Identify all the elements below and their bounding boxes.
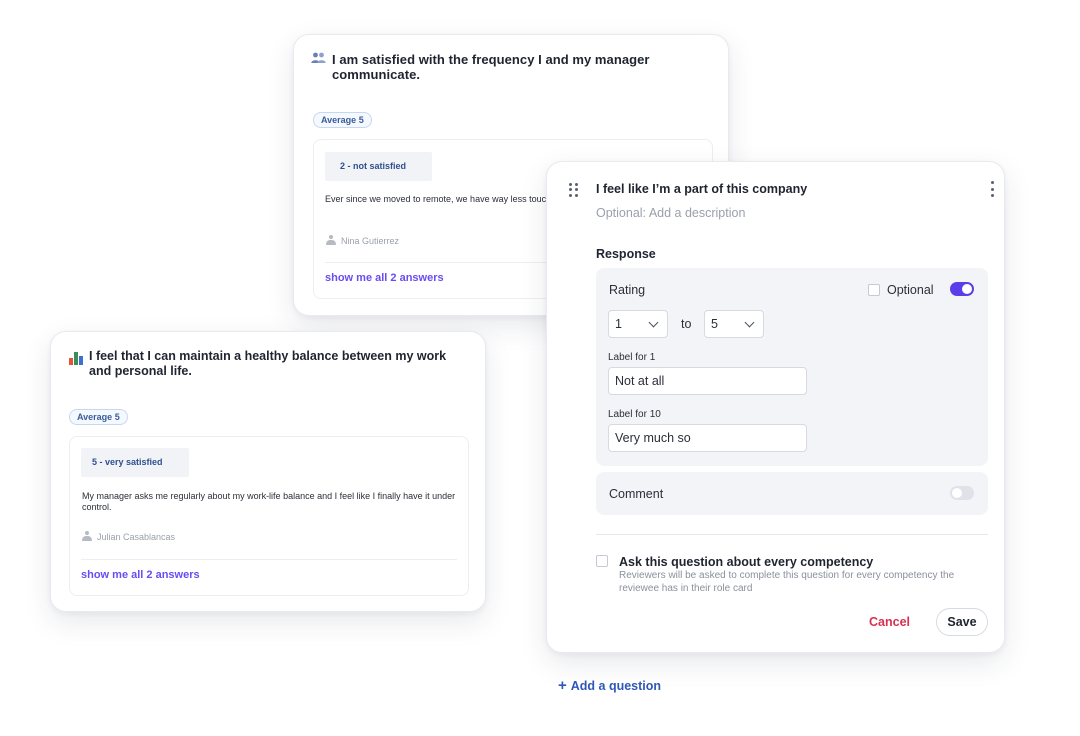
person-icon (326, 235, 336, 246)
answer-author: Nina Gutierrez (326, 235, 399, 246)
rating-to-value: 5 (711, 317, 718, 331)
plus-icon: + (558, 677, 567, 694)
comment-label: Comment (609, 487, 664, 501)
score-chip: 5 - very satisfied (81, 448, 189, 477)
description-input[interactable]: Optional: Add a description (596, 206, 745, 220)
label-for-10-caption: Label for 10 (608, 409, 661, 420)
label-for-1-input[interactable]: Not at all (608, 367, 807, 395)
answer-author: Julian Casablancas (82, 531, 175, 542)
rating-toggle[interactable] (950, 282, 974, 296)
score-chip: 2 - not satisfied (325, 152, 432, 181)
show-all-answers-link[interactable]: show me all 2 answers (325, 272, 444, 284)
optional-label: Optional (887, 283, 934, 297)
people-icon (311, 52, 326, 67)
answer-text: My manager asks me regularly about my wo… (82, 491, 456, 512)
rating-label: Rating (609, 283, 646, 297)
question-title: I am satisfied with the frequency I and … (332, 52, 650, 82)
bar-chart-icon (69, 351, 83, 365)
label-for-10-input[interactable]: Very much so (608, 424, 807, 452)
comment-panel: Comment (596, 472, 988, 515)
question-title-input[interactable]: I feel like I’m a part of this company (596, 182, 807, 196)
author-name: Julian Casablancas (97, 531, 176, 542)
competency-title: Ask this question about every competency (619, 555, 874, 569)
competency-checkbox[interactable] (596, 555, 608, 567)
comment-toggle[interactable] (950, 486, 974, 500)
rating-to-select[interactable]: 5 (704, 310, 764, 338)
question-editor-card: I feel like I’m a part of this company O… (546, 161, 1005, 653)
cancel-button[interactable]: Cancel (869, 615, 910, 629)
question-title: I feel that I can maintain a healthy bal… (89, 349, 447, 378)
competency-description: Reviewers will be asked to complete this… (619, 570, 955, 594)
rating-from-select[interactable]: 1 (608, 310, 668, 338)
divider (596, 534, 988, 535)
average-badge: Average 5 (69, 409, 128, 425)
rating-panel: Rating Optional 1 to 5 Label for 1 Not a… (596, 268, 988, 466)
add-question-button[interactable]: + Add a question (558, 678, 661, 693)
chevron-down-icon (744, 317, 755, 328)
save-button[interactable]: Save (936, 608, 988, 636)
chevron-down-icon (648, 317, 659, 328)
optional-checkbox[interactable] (868, 284, 880, 296)
response-heading: Response (596, 247, 656, 261)
rating-from-value: 1 (615, 317, 622, 331)
average-badge: Average 5 (313, 112, 372, 128)
person-icon (82, 531, 92, 542)
to-label: to (681, 317, 692, 331)
author-name: Nina Gutierrez (341, 235, 400, 246)
drag-handle-icon[interactable] (569, 183, 579, 197)
label-for-1-caption: Label for 1 (608, 352, 656, 363)
add-question-label: Add a question (570, 678, 662, 693)
answer-card: 5 - very satisfied My manager asks me re… (69, 436, 469, 596)
more-options-icon[interactable] (989, 181, 995, 197)
show-all-answers-link[interactable]: show me all 2 answers (81, 569, 200, 581)
divider (81, 559, 457, 560)
question-card-balance: I feel that I can maintain a healthy bal… (50, 331, 486, 612)
